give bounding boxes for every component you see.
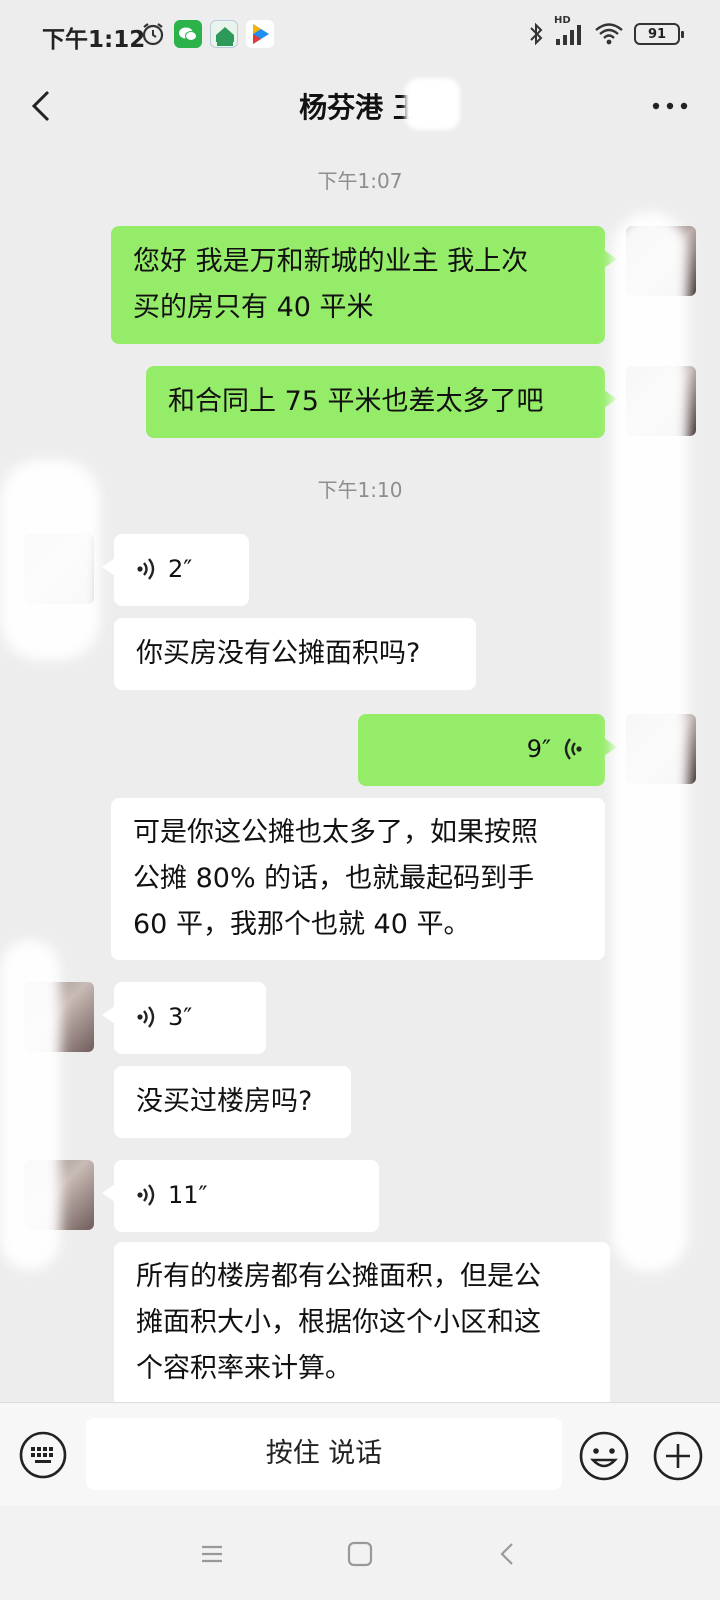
- wifi-icon: [595, 23, 623, 45]
- message-line: 你买房没有公摊面积吗?: [136, 638, 421, 669]
- message-bubble-me[interactable]: 您好 我是万和新城的业主 我上次 买的房只有 40 平米: [111, 226, 617, 344]
- chat-header: 杨芬港 王: [0, 70, 720, 140]
- redaction-mark: [405, 78, 460, 130]
- status-time: 下午1:12: [42, 27, 146, 53]
- more-icon[interactable]: [646, 88, 694, 124]
- voice-message-other[interactable]: 3″: [102, 982, 266, 1054]
- message-bubble-other[interactable]: 所有的楼房都有公摊面积，但是公 摊面积大小，根据你这个小区和这 个容积率来计算。: [114, 1242, 610, 1402]
- message-line: 公摊 80% 的话，也就最起码到手: [133, 863, 535, 894]
- plus-icon[interactable]: [652, 1430, 704, 1482]
- chat-title: 杨芬港 王: [299, 91, 421, 124]
- input-bar: 按住 说话: [0, 1402, 720, 1506]
- message-line: 没买过楼房吗?: [136, 1086, 313, 1117]
- message-line: 摊面积大小，根据你这个小区和这: [136, 1307, 541, 1338]
- message-line: 买的房只有 40 平米: [133, 292, 374, 323]
- emoji-icon[interactable]: [578, 1430, 630, 1482]
- wechat-icon: [174, 20, 202, 48]
- message-line: 60 平，我那个也就 40 平。: [133, 909, 471, 940]
- keyboard-icon[interactable]: [18, 1430, 68, 1480]
- home-app-icon: [210, 20, 238, 48]
- voice-duration: 3″: [168, 1003, 193, 1031]
- battery-level: 91: [647, 26, 667, 42]
- voice-message-other[interactable]: 11″: [102, 1160, 379, 1232]
- message-line: 和合同上 75 平米也差太多了吧: [168, 386, 544, 417]
- voice-wave-icon: [564, 738, 582, 760]
- signal-icon: HD: [554, 15, 584, 47]
- voice-message-other[interactable]: 2″: [102, 534, 249, 606]
- back-key-icon[interactable]: [492, 1538, 524, 1570]
- timestamp: 下午1:07: [317, 169, 403, 193]
- menu-key-icon[interactable]: [196, 1538, 228, 1570]
- battery-icon: 91: [634, 23, 684, 45]
- redaction-smear: [0, 940, 60, 1270]
- message-bubble-me[interactable]: 和合同上 75 平米也差太多了吧: [146, 366, 617, 438]
- voice-message-me[interactable]: 9″: [358, 714, 617, 786]
- system-navigation: [0, 1506, 720, 1600]
- home-key-icon[interactable]: [344, 1538, 376, 1570]
- voice-duration: 9″: [526, 735, 551, 763]
- voice-wave-icon: [137, 558, 155, 580]
- voice-wave-icon: [137, 1006, 155, 1028]
- redaction-smear: [612, 212, 688, 1272]
- redaction-smear: [0, 460, 100, 660]
- message-line: 所有的楼房都有公摊面积，但是公: [136, 1261, 541, 1292]
- voice-duration: 11″: [168, 1181, 208, 1209]
- message-line: 可是你这公摊也太多了，如果按照: [133, 817, 538, 848]
- message-bubble-other[interactable]: 可是你这公摊也太多了，如果按照 公摊 80% 的话，也就最起码到手 60 平，我…: [111, 798, 605, 960]
- message-line: 您好 我是万和新城的业主 我上次: [133, 246, 529, 277]
- message-bubble-other[interactable]: 没买过楼房吗?: [114, 1066, 351, 1138]
- bluetooth-icon: [530, 22, 543, 46]
- video-app-icon: [246, 20, 274, 48]
- hold-to-talk-button[interactable]: 按住 说话: [86, 1418, 562, 1490]
- voice-duration: 2″: [168, 555, 193, 583]
- message-line: 个容积率来计算。: [136, 1353, 352, 1384]
- alarm-icon: [142, 23, 164, 46]
- voice-wave-icon: [137, 1184, 155, 1206]
- message-bubble-other[interactable]: 你买房没有公摊面积吗?: [114, 618, 476, 690]
- status-bar: 下午1:12 HD 91: [0, 0, 720, 70]
- status-right-cluster: HD 91: [528, 15, 684, 50]
